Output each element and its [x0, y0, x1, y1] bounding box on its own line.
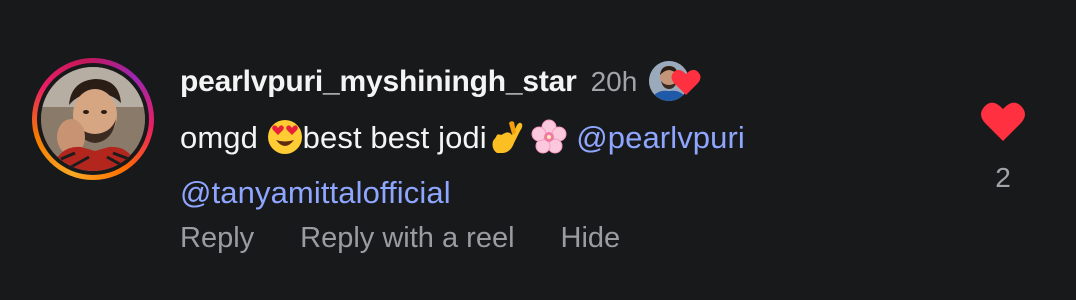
comment-text: omgd best best jodi @pearlvpuri @tanyami…: [180, 114, 940, 217]
reply-with-reel-button[interactable]: Reply with a reel: [300, 222, 514, 255]
crossed-fingers-emoji: [487, 119, 523, 169]
hide-button[interactable]: Hide: [561, 222, 621, 255]
comment-text-mid: best best jodi: [302, 120, 487, 155]
creator-heart-icon: [671, 69, 701, 95]
mention-link-2[interactable]: @tanyamittalofficial: [180, 175, 451, 210]
comment-line-1: omgd best best jodi @pearlvpuri: [180, 114, 940, 169]
comment-timestamp: 20h: [590, 66, 638, 97]
creator-liked-badge: [649, 60, 701, 104]
mention-link-1[interactable]: @pearlvpuri: [576, 120, 745, 155]
like-column: 2: [978, 100, 1028, 194]
comment-text-start: omgd: [180, 120, 267, 155]
avatar-gap: [37, 63, 149, 175]
avatar-story-ring[interactable]: [32, 58, 154, 180]
comment-line-2: @tanyamittalofficial: [180, 169, 940, 217]
like-count: 2: [995, 162, 1011, 193]
avatar-photo: [41, 67, 145, 171]
avatar[interactable]: [41, 67, 145, 171]
heart-filled-icon[interactable]: [980, 100, 1026, 142]
heart-eyes-emoji: [267, 119, 303, 169]
cherry-blossom-emoji: [531, 119, 567, 169]
comment-actions: Reply Reply with a reel Hide: [180, 216, 620, 260]
username-link[interactable]: pearlvpuri_myshiningh_star: [180, 65, 577, 99]
comment-header: pearlvpuri_myshiningh_star 20h: [180, 60, 701, 104]
reply-button[interactable]: Reply: [180, 222, 254, 255]
